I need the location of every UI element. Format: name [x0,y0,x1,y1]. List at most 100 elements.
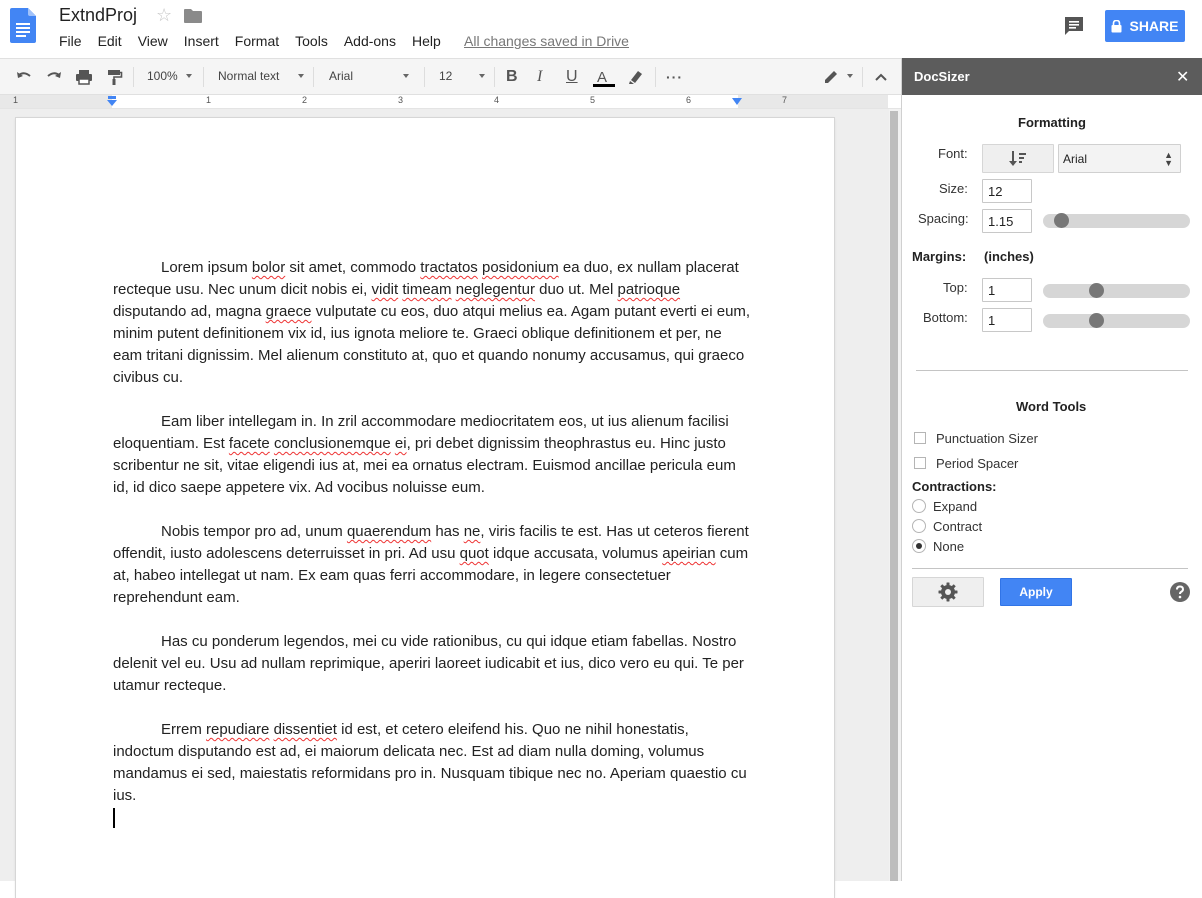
margins-unit-label: (inches) [984,249,1034,264]
misspelled-word[interactable]: bolor [252,259,285,276]
top-margin-input[interactable]: 1 [982,278,1032,302]
document-paragraph[interactable]: Has cu ponderum legendos, mei cu vide ra… [113,631,753,697]
chevron-down-icon [847,74,853,78]
ruler-number: 1 [13,95,19,105]
menu-format[interactable]: Format [235,33,279,49]
docs-logo-icon[interactable] [10,8,36,43]
italic-button[interactable]: I [537,68,542,86]
document-canvas: Lorem ipsum bolor sit amet, commodo trac… [0,109,901,898]
misspelled-word[interactable]: ei [395,435,407,452]
comment-icon[interactable] [1063,15,1085,37]
chevron-down-icon [298,74,304,78]
slider-knob[interactable] [1089,313,1104,328]
misspelled-word[interactable]: posidonium [482,259,559,276]
scrollbar-thumb[interactable] [890,111,898,881]
misspelled-word[interactable]: graece [266,303,312,320]
contraction-expand-radio[interactable] [912,499,926,513]
lock-icon [1111,19,1122,32]
help-icon[interactable] [1170,582,1190,602]
redo-icon[interactable] [45,68,63,86]
size-input[interactable]: 12 [982,179,1032,203]
ruler-margin-right [738,95,888,108]
top-margin-slider[interactable] [1043,283,1190,298]
misspelled-word[interactable]: quaerendum [347,523,431,540]
collapse-toolbar-icon[interactable] [873,68,889,86]
menu-edit[interactable]: Edit [98,33,122,49]
word-tools-heading: Word Tools [1016,399,1087,414]
star-icon[interactable]: ☆ [156,5,172,26]
zoom-select[interactable]: 100% [147,69,178,83]
share-button[interactable]: SHARE [1105,10,1185,42]
paragraph-text: Has cu ponderum legendos, mei cu vide ra… [113,633,744,694]
paragraph-text: has [431,523,464,540]
settings-button[interactable] [912,577,984,607]
menu-help[interactable]: Help [412,33,441,49]
menu-tools[interactable]: Tools [295,33,328,49]
underline-button[interactable]: U [566,68,578,86]
contraction-none-label: None [933,539,965,554]
misspelled-word[interactable]: patrioque [617,281,680,298]
contraction-expand-label: Expand [933,499,978,514]
text-cursor [113,808,115,828]
menu-insert[interactable]: Insert [184,33,219,49]
document-body[interactable]: Lorem ipsum bolor sit amet, commodo trac… [113,257,753,829]
app-header: ExtndProj ☆ File Edit View Insert Format… [0,0,1202,58]
paragraph-style-select[interactable]: Normal text [218,69,279,83]
highlight-icon[interactable] [627,68,645,86]
indent-marker-icon[interactable] [107,96,117,107]
folder-icon[interactable] [184,9,202,23]
font-size-select[interactable]: 12 [439,69,452,83]
undo-icon[interactable] [15,68,33,86]
paragraph-text: Errem [161,721,206,738]
misspelled-word[interactable]: repudiare [206,721,269,738]
paragraph-text: Lorem ipsum [161,259,252,276]
bold-button[interactable]: B [506,68,518,86]
more-options-button[interactable]: ··· [666,68,683,86]
ruler-number: 3 [398,95,404,105]
font-select[interactable]: Arial ▲ ▼ [1058,144,1181,173]
document-paragraph[interactable]: Nobis tempor pro ad, unum quaerendum has… [113,521,753,609]
paint-format-icon[interactable] [105,68,123,86]
section-divider [912,568,1188,569]
slider-knob[interactable] [1089,283,1104,298]
misspelled-word[interactable]: facete [229,435,270,452]
misspelled-word[interactable]: neglegentur [456,281,535,298]
bottom-margin-input[interactable]: 1 [982,308,1032,332]
toolbar-separator [424,67,425,87]
period-spacer-checkbox[interactable] [914,457,926,469]
misspelled-word[interactable]: vidit [371,281,398,298]
sidebar-title: DocSizer [914,69,970,84]
section-divider [916,370,1188,371]
document-page[interactable]: Lorem ipsum bolor sit amet, commodo trac… [16,118,834,898]
pencil-icon[interactable] [822,68,840,86]
print-icon[interactable] [75,68,93,86]
misspelled-word[interactable]: conclusionemque [274,435,391,452]
saved-status-link[interactable]: All changes saved in Drive [464,33,629,49]
contraction-contract-radio[interactable] [912,519,926,533]
right-indent-marker-icon[interactable] [732,98,742,106]
misspelled-word[interactable]: apeirian [662,545,715,562]
bottom-margin-slider[interactable] [1043,313,1190,328]
document-paragraph[interactable]: Eam liber intellegam in. In zril accommo… [113,411,753,499]
menu-view[interactable]: View [138,33,168,49]
spacing-slider[interactable] [1043,213,1190,228]
spacing-input[interactable]: 1.15 [982,209,1032,233]
misspelled-word[interactable]: ne [464,523,481,540]
misspelled-word[interactable]: dissentiet [274,721,337,738]
slider-knob[interactable] [1054,213,1069,228]
document-scrollbar[interactable] [889,109,901,881]
misspelled-word[interactable]: timeam [402,281,451,298]
font-family-select[interactable]: Arial [329,69,353,83]
document-title[interactable]: ExtndProj [59,5,137,26]
misspelled-word[interactable]: tractatos [420,259,478,276]
font-sort-button[interactable] [982,144,1054,173]
menu-add-ons[interactable]: Add-ons [344,33,396,49]
document-paragraph[interactable]: Lorem ipsum bolor sit amet, commodo trac… [113,257,753,389]
misspelled-word[interactable]: quot [460,545,489,562]
document-paragraph[interactable]: Errem repudiare dissentiet id est, et ce… [113,719,753,807]
apply-button[interactable]: Apply [1000,578,1072,606]
menu-file[interactable]: File [59,33,82,49]
contraction-none-radio[interactable] [912,539,926,553]
punctuation-sizer-checkbox[interactable] [914,432,926,444]
close-icon[interactable]: ✕ [1176,67,1189,87]
